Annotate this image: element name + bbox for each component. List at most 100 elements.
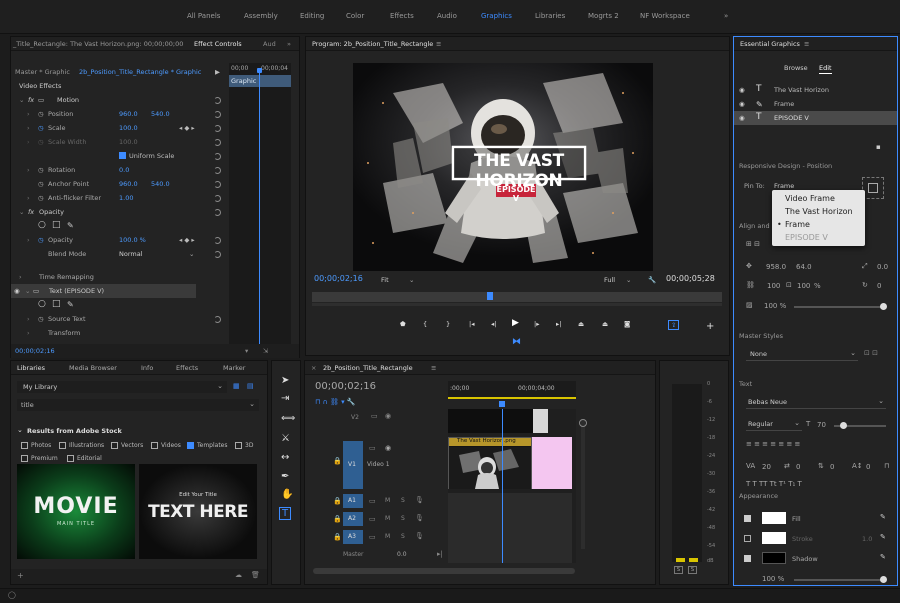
mute-button[interactable]: M [385,533,390,540]
trash-icon[interactable]: 🗑 [251,571,260,579]
add-button-icon[interactable]: + [706,321,714,332]
expand-chevron-icon[interactable]: › [27,194,30,202]
mute-button[interactable]: M [385,515,390,522]
trim-icon[interactable]: ⧓ [512,337,521,347]
shadow-opacity-value[interactable]: 100 % [762,575,784,583]
eye-icon[interactable]: ◉ [385,444,391,452]
browse-tab[interactable]: Browse [784,64,808,72]
rectangle-mask-icon[interactable]: □ [52,220,61,230]
text-align-icons[interactable]: ≡ ≡ ≡ ≡ ≡ ≡ ≡ [746,440,800,448]
expand-chevron-icon[interactable]: › [27,315,30,323]
anchor-y-value[interactable]: 540.0 [151,180,170,188]
library-search-input[interactable]: title ⌄ [17,399,259,411]
filter-videos-checkbox[interactable] [151,442,158,449]
play-triangle-icon[interactable]: ▶ [215,68,220,76]
toggle-sync-lock-icon[interactable]: ▭ [369,444,376,452]
program-timecode[interactable]: 00;00;02;16 [314,274,363,283]
reset-icon[interactable] [214,237,221,244]
info-tab[interactable]: Info [141,364,153,372]
text-layer-row[interactable]: ◉ ⌄ ▭ Text (EPISODE V) [11,284,196,298]
opacity-value[interactable]: 100.0 % [119,236,146,244]
sequence-clip-label[interactable]: 2b_Position_Title_Rectangle * Graphic [79,68,201,76]
extract-icon[interactable]: ⏏ [602,320,608,328]
font-weight-select[interactable]: Regular ⌄ [746,419,802,431]
filter-icon[interactable]: ▾ [245,347,248,355]
menu-icon[interactable]: ≡ [436,40,441,48]
stopwatch-active-icon[interactable]: ◷ [38,124,44,132]
anchor-value[interactable]: 0.0 [877,263,888,271]
camera-icon[interactable]: ◙ [624,320,630,328]
font-size-value[interactable]: 70 [817,421,826,429]
eye-icon[interactable]: ◉ [739,86,745,94]
layer-row-selected[interactable]: ◉ T EPISODE V [734,111,897,125]
workspace-tab-libraries[interactable]: Libraries [535,12,565,20]
workspace-tab-mogrts[interactable]: Mogrts 2 [588,12,619,20]
workspace-tab-assembly[interactable]: Assembly [244,12,278,20]
pin-option-frame[interactable]: Frame [785,220,810,229]
stopwatch-icon[interactable]: ◷ [38,315,44,323]
go-to-end-icon[interactable]: ▸| [437,550,443,558]
play-icon[interactable]: ▶ [512,318,519,328]
toggle-sync-lock-icon[interactable]: ▭ [369,533,376,541]
reset-icon[interactable] [214,195,221,202]
pen-mask-icon[interactable]: ✎ [67,300,74,309]
reset-icon[interactable] [214,125,221,132]
library-select[interactable]: My Library ⌄ [17,381,227,393]
master-styles-select[interactable]: None ⌄ [746,349,858,361]
solo-button[interactable]: S [401,497,405,504]
fill-checkbox[interactable] [744,515,751,522]
workspace-tab-all-panels[interactable]: All Panels [187,12,220,20]
edit-tab[interactable]: Edit [819,64,832,74]
expand-chevron-icon[interactable]: › [27,329,30,337]
track-select-tool-icon[interactable]: ⇥ [281,393,289,404]
expand-chevron-icon[interactable]: › [27,166,30,174]
program-monitor-title[interactable]: Program: 2b_Position_Title_Rectangle [312,40,433,48]
stroke-checkbox[interactable] [744,535,751,542]
reset-icon[interactable] [214,167,221,174]
keyframe-nav-icon[interactable]: ◂ ◆ ▸ [179,236,195,244]
chevron-down-icon[interactable]: ⌄ [850,349,856,357]
timeline-vertical-scrollbar[interactable] [579,419,587,549]
uniform-scale-checkbox[interactable] [119,152,126,159]
expand-chevron-icon[interactable]: › [19,273,22,281]
time-remapping-row[interactable]: › Time Remapping [11,270,229,284]
go-to-in-icon[interactable]: |◂ [469,320,474,328]
playhead-marker[interactable] [487,292,493,300]
media-browser-tab[interactable]: Media Browser [69,364,117,372]
microphone-icon[interactable]: 🎙 [415,514,424,522]
filter-illustrations-checkbox[interactable] [59,442,66,449]
grid-view-icon[interactable]: ▦ [233,382,240,390]
expand-chevron-icon[interactable]: › [27,110,30,118]
libraries-tab[interactable]: Libraries [17,364,45,372]
collapse-chevron-icon[interactable]: ⌄ [19,96,24,104]
expand-chevron-icon[interactable]: › [27,124,30,132]
program-scrubber[interactable] [312,292,722,302]
filter-premium-checkbox[interactable] [21,455,28,462]
time-ruler[interactable]: :00;00 00;00;04;00 [448,381,576,399]
close-icon[interactable]: × [311,364,316,372]
toggle-sync-lock-icon[interactable]: ▭ [369,515,376,523]
eye-icon[interactable]: ◉ [14,287,20,295]
style-sync-icons[interactable]: ⊡ ⊡ [864,349,878,357]
new-layer-icon[interactable]: ▪ [876,143,881,151]
track-a1-target[interactable]: A1 [343,494,363,508]
v2-clip-light[interactable] [533,409,548,433]
timeline-playhead-handle[interactable] [499,401,505,407]
pin-to-select[interactable]: Frame [774,182,794,190]
font-select[interactable]: Bebas Neue ⌄ [746,397,886,409]
collapse-chevron-icon[interactable]: ⌄ [25,287,30,295]
workspace-tab-graphics[interactable]: Graphics [481,12,512,20]
scale-x-value[interactable]: 100 [767,282,780,290]
reset-icon[interactable] [214,316,221,323]
solo-button[interactable]: S [401,533,405,540]
layer-row[interactable]: ◉ T The Vast Horizon [734,83,897,97]
chevron-down-icon[interactable]: ⌄ [409,276,414,284]
selection-tool-icon[interactable]: ➤ [281,375,289,386]
fill-color-swatch[interactable] [762,512,786,524]
filter-photos-checkbox[interactable] [21,442,28,449]
workspace-tab-editing[interactable]: Editing [300,12,324,20]
work-area-bar[interactable] [448,397,576,399]
effect-controls-tab[interactable]: Effect Controls [194,40,242,48]
opacity-value[interactable]: 100 % [764,302,786,310]
add-icon[interactable]: + [17,571,24,580]
